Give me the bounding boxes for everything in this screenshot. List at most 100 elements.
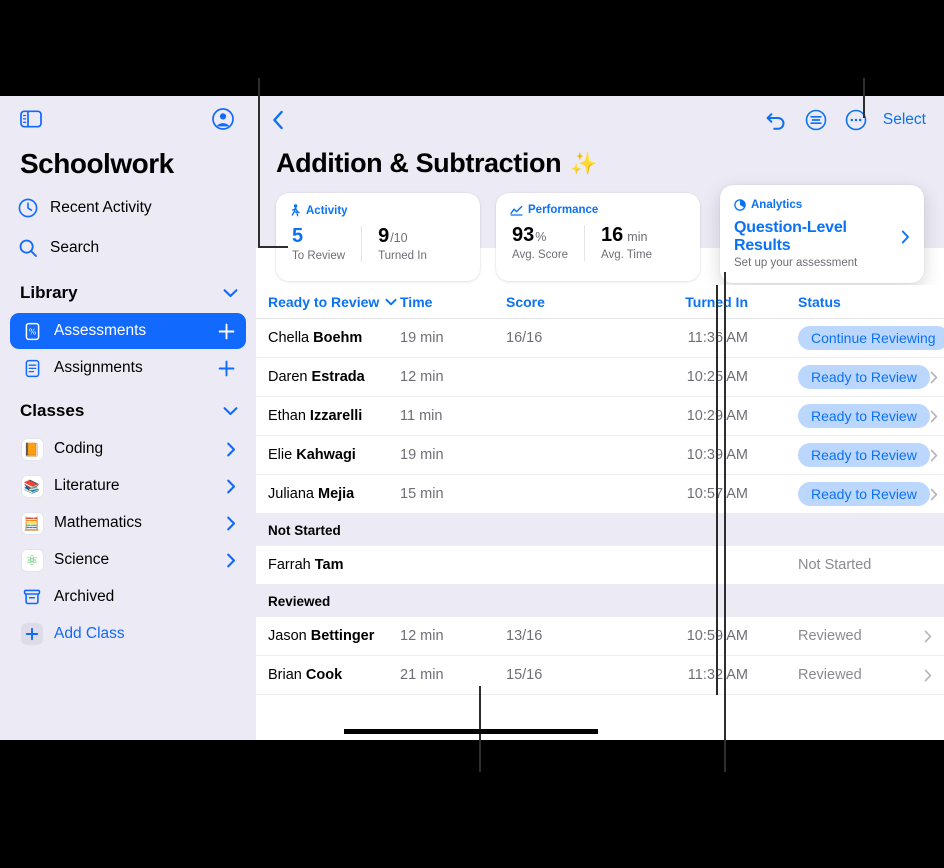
class-icon-mathematics: 🧮: [18, 512, 46, 534]
table-row[interactable]: Daren Estrada 12 min 10:25 AM Ready to Revi…: [256, 358, 944, 397]
back-button[interactable]: [272, 110, 284, 130]
status-text: Not Started: [798, 557, 872, 573]
filter-lines-circle-icon[interactable]: [805, 109, 827, 131]
table-row[interactable]: Jason Bettinger 12 min 13/16 10:59 AM Review…: [256, 617, 944, 656]
sidebar-section-label: Library: [20, 283, 78, 302]
chevron-right-icon[interactable]: [930, 449, 938, 462]
metric-caption: Turned In: [378, 250, 427, 262]
chevron-right-icon[interactable]: [930, 371, 938, 384]
chevron-right-icon[interactable]: [924, 630, 932, 643]
chevron-right-icon[interactable]: [901, 230, 910, 244]
cell-student-name: Daren Estrada: [268, 369, 365, 385]
cell-time: 12 min: [400, 628, 444, 644]
select-button[interactable]: Select: [883, 111, 926, 129]
chevron-right-icon[interactable]: [930, 488, 938, 501]
chevron-right-icon[interactable]: [226, 516, 236, 531]
plus-icon[interactable]: [217, 359, 236, 378]
sidebar-toggle-icon[interactable]: [20, 110, 42, 128]
table-row[interactable]: Farrah Tam Not Started: [256, 546, 944, 585]
cell-status: Continue Reviewing: [798, 326, 944, 350]
column-header-time[interactable]: Time: [400, 294, 506, 310]
status-badge[interactable]: Ready to Review: [798, 482, 930, 506]
sidebar-item-label: Assessments: [54, 322, 147, 339]
analytics-link[interactable]: Question-Level Results: [720, 219, 924, 255]
clock-icon: [18, 198, 44, 218]
sidebar-item-assignments[interactable]: Assignments: [10, 350, 246, 386]
chevron-right-icon[interactable]: [226, 442, 236, 457]
sidebar-item-recent-activity[interactable]: Recent Activity: [0, 188, 256, 228]
status-badge[interactable]: Continue Reviewing: [798, 326, 944, 350]
status-badge[interactable]: Ready to Review: [798, 404, 930, 428]
table-row[interactable]: Brian Cook 21 min 15/16 11:32 AM Reviewed: [256, 656, 944, 695]
plus-icon[interactable]: [217, 322, 236, 341]
performance-card[interactable]: Performance 93% Avg. Score 16 min Avg. Ti…: [496, 193, 700, 281]
column-header-turned-in[interactable]: Turned In: [626, 294, 748, 310]
sidebar-item-assessments[interactable]: % Assessments: [10, 313, 246, 349]
cell-status: Ready to Review: [798, 365, 944, 389]
walking-figure-icon: [290, 204, 301, 217]
cell-score: 15/16: [506, 667, 543, 683]
metric-suffix: /10: [390, 231, 408, 245]
column-header-score[interactable]: Score: [506, 294, 626, 310]
account-circle-icon[interactable]: [212, 108, 234, 130]
chevron-down-icon[interactable]: [385, 298, 397, 306]
sidebar-item-search[interactable]: Search: [0, 228, 256, 268]
sidebar-item-literature[interactable]: 📚 Literature: [10, 468, 246, 504]
books-purple-icon: 📚: [21, 475, 43, 497]
metric-value: 16 min: [601, 225, 652, 246]
chevron-right-icon[interactable]: [226, 553, 236, 568]
status-text: Reviewed: [798, 667, 862, 683]
table-row[interactable]: Elie Kahwagi 19 min 10:39 AM Ready to Revie…: [256, 436, 944, 475]
annotation-callout-line-row-underline: [344, 729, 598, 734]
sidebar-item-science[interactable]: ⚛ Science: [10, 542, 246, 578]
undo-arrow-icon[interactable]: [765, 110, 787, 130]
cell-status: Not Started: [798, 557, 944, 573]
archive-box-icon: [18, 587, 46, 607]
activity-card-title: Activity: [306, 204, 348, 217]
chevron-right-icon[interactable]: [930, 410, 938, 423]
status-badge[interactable]: Ready to Review: [798, 365, 930, 389]
column-header-status[interactable]: Status: [798, 294, 944, 310]
sidebar-item-label: Search: [50, 239, 100, 256]
sidebar-item-add-class[interactable]: Add Class: [10, 616, 246, 652]
svg-text:%: %: [28, 327, 36, 336]
sidebar-item-coding[interactable]: 📙 Coding: [10, 431, 246, 467]
cell-score: 13/16: [506, 628, 543, 644]
cell-student-name: Brian Cook: [268, 667, 343, 683]
sidebar-item-archived[interactable]: Archived: [10, 579, 246, 615]
annotation-callout-line-activity-horizontal: [258, 246, 288, 248]
sidebar-item-mathematics[interactable]: 🧮 Mathematics: [10, 505, 246, 541]
sidebar-section-classes[interactable]: Classes: [0, 392, 256, 430]
activity-card[interactable]: Activity 5 To Review 9/10 Turned In: [276, 193, 480, 281]
cell-turned-in: 11:36 AM: [687, 330, 748, 346]
metric-avg-score: 93% Avg. Score: [496, 225, 584, 262]
chevron-right-icon[interactable]: [226, 479, 236, 494]
performance-metrics: 93% Avg. Score 16 min Avg. Time: [496, 225, 700, 261]
cell-time: 21 min: [400, 667, 444, 683]
metric-value: 9/10: [378, 226, 427, 247]
activity-card-header: Activity: [276, 204, 480, 217]
cell-student-name: Ethan Izzarelli: [268, 408, 363, 424]
metric-caption: Avg. Score: [512, 249, 569, 261]
table-row[interactable]: Juliana Mejia 15 min 10:57 AM Ready to Revi…: [256, 475, 944, 514]
cell-student-name: Elie Kahwagi: [268, 447, 356, 463]
students-table: Ready to Review Time Score Turned In Sta…: [256, 285, 944, 695]
status-badge[interactable]: Ready to Review: [798, 443, 930, 467]
chevron-down-icon[interactable]: [223, 288, 238, 298]
cell-time: 12 min: [400, 369, 444, 385]
cell-student-name: Juliana Mejia: [268, 486, 355, 502]
chevron-right-icon[interactable]: [924, 669, 932, 682]
analytics-card[interactable]: Analytics Question-Level Results Set up …: [720, 185, 924, 283]
app-window: Schoolwork Recent Activity Search Librar…: [0, 96, 944, 740]
class-icon-literature: 📚: [18, 475, 46, 497]
molecule-icon: ⚛: [21, 549, 43, 571]
class-icon-coding: 📙: [18, 438, 46, 460]
chevron-down-icon[interactable]: [223, 406, 238, 416]
table-row[interactable]: Ethan Izzarelli 11 min 10:29 AM Ready to Re…: [256, 397, 944, 436]
calculator-icon: 🧮: [21, 512, 43, 534]
main-header: Select Addition & Subtraction ✨: [256, 96, 944, 193]
column-header-name[interactable]: Ready to Review: [268, 294, 400, 310]
table-row[interactable]: Chella Boehm 19 min 16/16 11:36 AM Continue …: [256, 319, 944, 358]
table-header-row: Ready to Review Time Score Turned In Sta…: [256, 285, 944, 319]
sidebar-section-library[interactable]: Library: [0, 274, 256, 312]
